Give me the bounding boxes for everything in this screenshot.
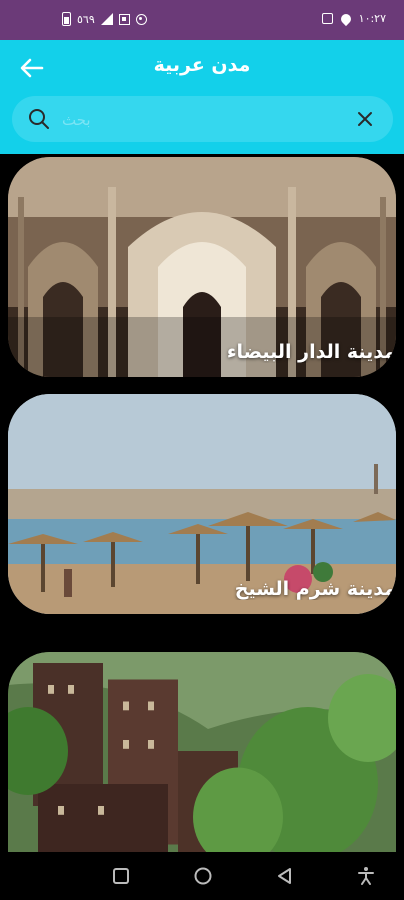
- recents-square-icon[interactable]: [111, 866, 131, 886]
- city-card-label: مدينة الدار البيضاء: [226, 341, 396, 363]
- city-card-label: مدينة شرم الشيخ: [234, 578, 396, 600]
- battery-icon: [62, 12, 71, 26]
- back-triangle-icon[interactable]: [275, 866, 295, 886]
- status-right: ١٠:٢٧: [321, 11, 386, 26]
- system-nav-bar: [0, 852, 404, 900]
- search-icon[interactable]: [28, 108, 50, 130]
- app-bar: مدن عربية: [0, 40, 404, 154]
- search-input[interactable]: [60, 104, 354, 136]
- close-icon[interactable]: [355, 109, 375, 129]
- city-card-sharm[interactable]: مدينة شرم الشيخ: [8, 394, 396, 614]
- search-bar: [12, 96, 393, 142]
- city-card-casablanca[interactable]: مدينة الدار البيضاء: [8, 157, 396, 377]
- page-title: مدن عربية: [153, 54, 251, 76]
- battery-level: ٥٦٩: [77, 12, 95, 26]
- accessibility-icon[interactable]: [356, 866, 376, 886]
- signal-icon: [100, 13, 113, 25]
- image-icon: [321, 13, 333, 24]
- home-circle-icon[interactable]: [193, 866, 213, 886]
- status-bar: ٥٦٩ ١٠:٢٧: [0, 0, 404, 40]
- qr-icon: [118, 13, 130, 25]
- status-left: ٥٦٩: [62, 12, 147, 26]
- circle-icon: [135, 13, 147, 25]
- city-card-3[interactable]: [8, 652, 396, 852]
- city-image: [8, 652, 396, 852]
- location-icon: [338, 11, 353, 26]
- status-time: ١٠:٢٧: [358, 12, 386, 25]
